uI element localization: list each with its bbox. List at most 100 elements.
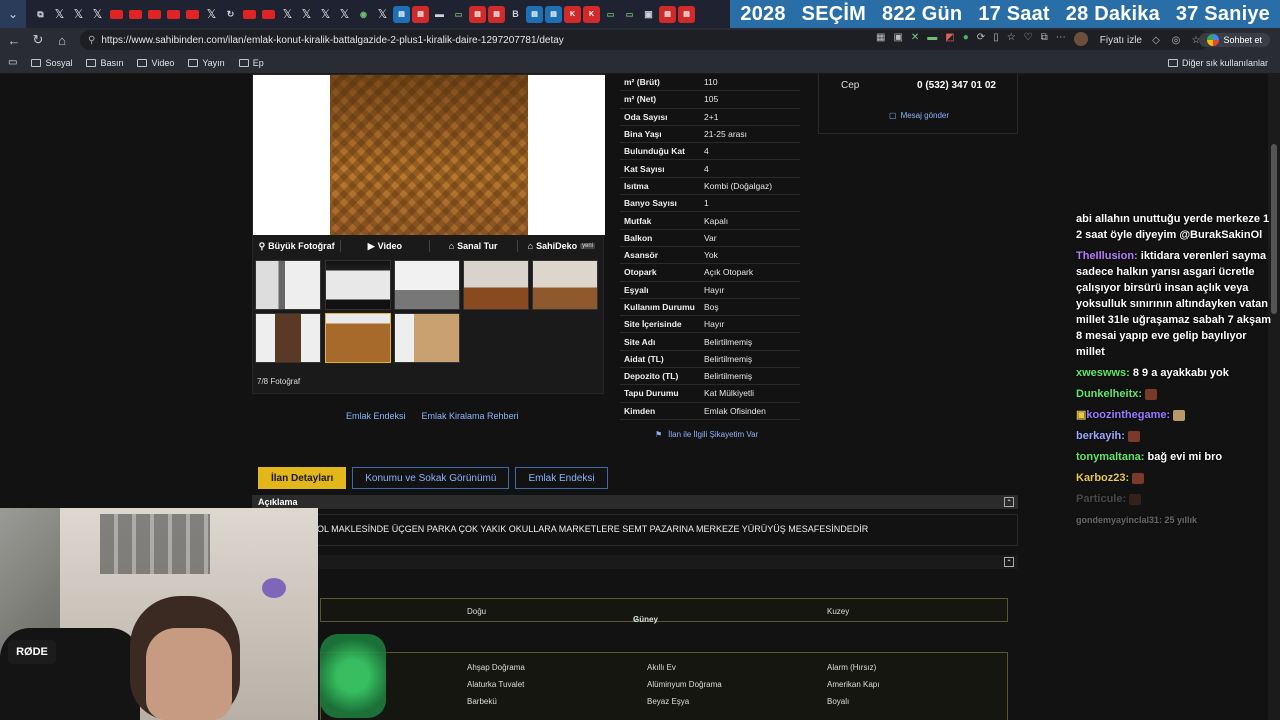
photo-thumbnail[interactable] bbox=[255, 313, 321, 363]
photo-thumbnail[interactable] bbox=[532, 260, 598, 310]
collapse-icon[interactable]: ⌃ bbox=[1004, 497, 1014, 507]
news-tab-icon[interactable]: ▤ bbox=[678, 5, 695, 23]
extension-icon[interactable]: ● bbox=[963, 32, 969, 46]
info-value: Belirtilmemiş bbox=[704, 336, 753, 347]
photo-thumbnail[interactable] bbox=[325, 313, 391, 363]
photo-thumbnail[interactable] bbox=[325, 260, 391, 310]
youtube-tab-icon[interactable] bbox=[127, 6, 144, 23]
x-tab-icon[interactable]: 𝕏 bbox=[374, 6, 391, 23]
info-value: Emlak Ofisinden bbox=[704, 405, 766, 416]
pinned-tabs: ⧉ 𝕏 𝕏 𝕏 𝕏 ↻ 𝕏 𝕏 𝕏 𝕏 ◉ 𝕏 ▤ ▤ ▬ ▭ ▤ ▤ B ▤ … bbox=[26, 0, 695, 28]
url-text[interactable]: https://www.sahibinden.com/ilan/emlak-ko… bbox=[101, 35, 563, 46]
bookmark-folder[interactable]: Basın bbox=[86, 58, 123, 68]
x-tab-icon[interactable]: 𝕏 bbox=[279, 6, 296, 23]
phone-number[interactable]: 0 (532) 347 01 02 bbox=[917, 80, 996, 91]
news-tab-icon[interactable]: ▤ bbox=[393, 5, 410, 23]
tab-actions-icon[interactable]: ▭ bbox=[8, 57, 17, 68]
other-bookmarks[interactable]: Diğer sık kullanılanlar bbox=[1167, 52, 1268, 74]
back-icon[interactable]: ← bbox=[2, 28, 26, 52]
youtube-tab-icon[interactable] bbox=[108, 6, 125, 23]
site-tab-icon[interactable]: ▭ bbox=[621, 6, 638, 23]
news-tab-icon[interactable]: ▤ bbox=[545, 5, 562, 23]
streamer-webcam: RØDE bbox=[0, 508, 318, 720]
youtube-tab-icon[interactable] bbox=[146, 6, 163, 23]
photo-thumbnail[interactable] bbox=[394, 260, 460, 310]
site-tab-icon[interactable]: ◉ bbox=[355, 6, 372, 23]
tab-listing-details[interactable]: İlan Detayları bbox=[258, 467, 347, 489]
feature-item: Ahşap Doğrama bbox=[467, 663, 525, 672]
x-tab-icon[interactable]: 𝕏 bbox=[70, 6, 87, 23]
workspaces-icon[interactable]: ⧉ bbox=[32, 6, 49, 23]
favorites-icon[interactable]: ☆ bbox=[1007, 32, 1016, 46]
x-tab-icon[interactable]: 𝕏 bbox=[298, 6, 315, 23]
k-tab-icon[interactable]: K bbox=[583, 5, 600, 23]
news-tab-icon[interactable]: ▬ bbox=[431, 6, 448, 23]
bookmark-folder[interactable]: Sosyal bbox=[31, 58, 72, 68]
site-tab-icon[interactable]: ▭ bbox=[602, 6, 619, 23]
video-button[interactable]: ▶ Video bbox=[341, 240, 430, 252]
chat-message: berkayih: bbox=[1076, 428, 1272, 444]
browser-essentials-icon[interactable]: ♡ bbox=[1024, 32, 1033, 46]
news-tab-icon[interactable]: ▤ bbox=[469, 5, 486, 23]
info-value: Boş bbox=[704, 302, 719, 312]
youtube-tab-icon[interactable] bbox=[241, 6, 258, 23]
site-info-icon[interactable]: ⚲ bbox=[88, 35, 95, 46]
tab-location-street-view[interactable]: Konumu ve Sokak Görünümü bbox=[352, 467, 510, 489]
site-tab-icon[interactable]: ▭ bbox=[450, 6, 467, 23]
send-message-link[interactable]: ▢ Mesaj gönder bbox=[889, 111, 949, 120]
photo-thumbnail[interactable] bbox=[255, 260, 321, 310]
chat-button[interactable]: Sohbet et bbox=[1199, 33, 1270, 47]
x-tab-icon[interactable]: 𝕏 bbox=[336, 6, 353, 23]
site-tab-icon[interactable]: ▣ bbox=[640, 6, 657, 23]
site-tab-icon[interactable]: B bbox=[507, 6, 524, 23]
photo-thumbnail[interactable] bbox=[463, 260, 529, 310]
extension-icon[interactable]: ◩ bbox=[945, 32, 954, 46]
microphone: RØDE bbox=[8, 640, 56, 664]
extension-icon[interactable]: ▣ bbox=[893, 32, 902, 46]
k-tab-icon[interactable]: K bbox=[564, 5, 581, 23]
large-photo-button[interactable]: ⚲ Büyük Fotoğraf bbox=[253, 240, 342, 252]
youtube-tab-icon[interactable] bbox=[165, 6, 182, 23]
bookmark-folder[interactable]: Video bbox=[137, 58, 174, 68]
news-tab-icon[interactable]: ▤ bbox=[659, 5, 676, 23]
feature-item: Alaturka Tuvalet bbox=[467, 680, 525, 689]
collections-icon[interactable]: ⧉ bbox=[1041, 32, 1048, 46]
youtube-tab-icon[interactable] bbox=[184, 6, 201, 23]
x-tab-icon[interactable]: 𝕏 bbox=[317, 6, 334, 23]
x-tab-icon[interactable]: 𝕏 bbox=[89, 6, 106, 23]
more-icon[interactable]: ⋯ bbox=[1056, 32, 1066, 46]
youtube-tab-icon[interactable] bbox=[260, 6, 277, 23]
watch-price-button[interactable]: Fiyatı izle bbox=[1100, 35, 1142, 46]
news-tab-icon[interactable]: ▤ bbox=[412, 5, 429, 23]
home-icon[interactable]: ⌂ bbox=[50, 28, 74, 52]
extension-icon[interactable]: ✕ bbox=[911, 32, 919, 46]
reader-icon[interactable]: ◎ bbox=[1170, 34, 1182, 46]
news-tab-icon[interactable]: ▤ bbox=[526, 5, 543, 23]
split-screen-icon[interactable]: ▯ bbox=[993, 32, 999, 46]
loading-tab-icon[interactable]: ↻ bbox=[222, 6, 239, 23]
extension-icon[interactable]: ⟳ bbox=[977, 32, 985, 46]
x-tab-icon[interactable]: 𝕏 bbox=[203, 6, 220, 23]
bookmark-folder[interactable]: Ep bbox=[238, 58, 264, 68]
main-photo[interactable] bbox=[253, 75, 605, 235]
virtual-tour-button[interactable]: ⌂ Sanal Tur bbox=[430, 240, 518, 252]
sahideko-button[interactable]: ⌂ SahiDeko yeni bbox=[518, 240, 605, 252]
tab-real-estate-index[interactable]: Emlak Endeksi bbox=[515, 467, 608, 489]
reload-icon[interactable]: ↻ bbox=[26, 28, 50, 52]
rental-guide-link[interactable]: Emlak Kiralama Rehberi bbox=[422, 411, 519, 421]
info-row: Oda Sayısı 2+1 bbox=[620, 109, 800, 126]
mic-brand: RØDE bbox=[16, 646, 48, 658]
extension-icon[interactable]: ▦ bbox=[876, 32, 885, 46]
photo-thumbnail[interactable] bbox=[394, 313, 460, 363]
tab-search-icon[interactable]: ⌄ bbox=[0, 0, 26, 28]
real-estate-index-link[interactable]: Emlak Endeksi bbox=[346, 411, 406, 421]
news-tab-icon[interactable]: ▤ bbox=[488, 5, 505, 23]
tag-icon[interactable]: ◇ bbox=[1150, 34, 1162, 46]
complaint-link[interactable]: ⚑ İlan ile İlgili Şikayetim Var bbox=[655, 430, 758, 439]
url-actions: Fiyatı izle ◇ ◎ ☆ bbox=[1100, 30, 1202, 50]
extension-icon[interactable]: ▬ bbox=[927, 32, 937, 46]
profile-avatar[interactable] bbox=[1073, 32, 1088, 46]
bookmark-folder[interactable]: Yayın bbox=[188, 58, 225, 68]
collapse-icon[interactable]: ⌃ bbox=[1004, 557, 1014, 567]
x-tab-icon[interactable]: 𝕏 bbox=[51, 6, 68, 23]
